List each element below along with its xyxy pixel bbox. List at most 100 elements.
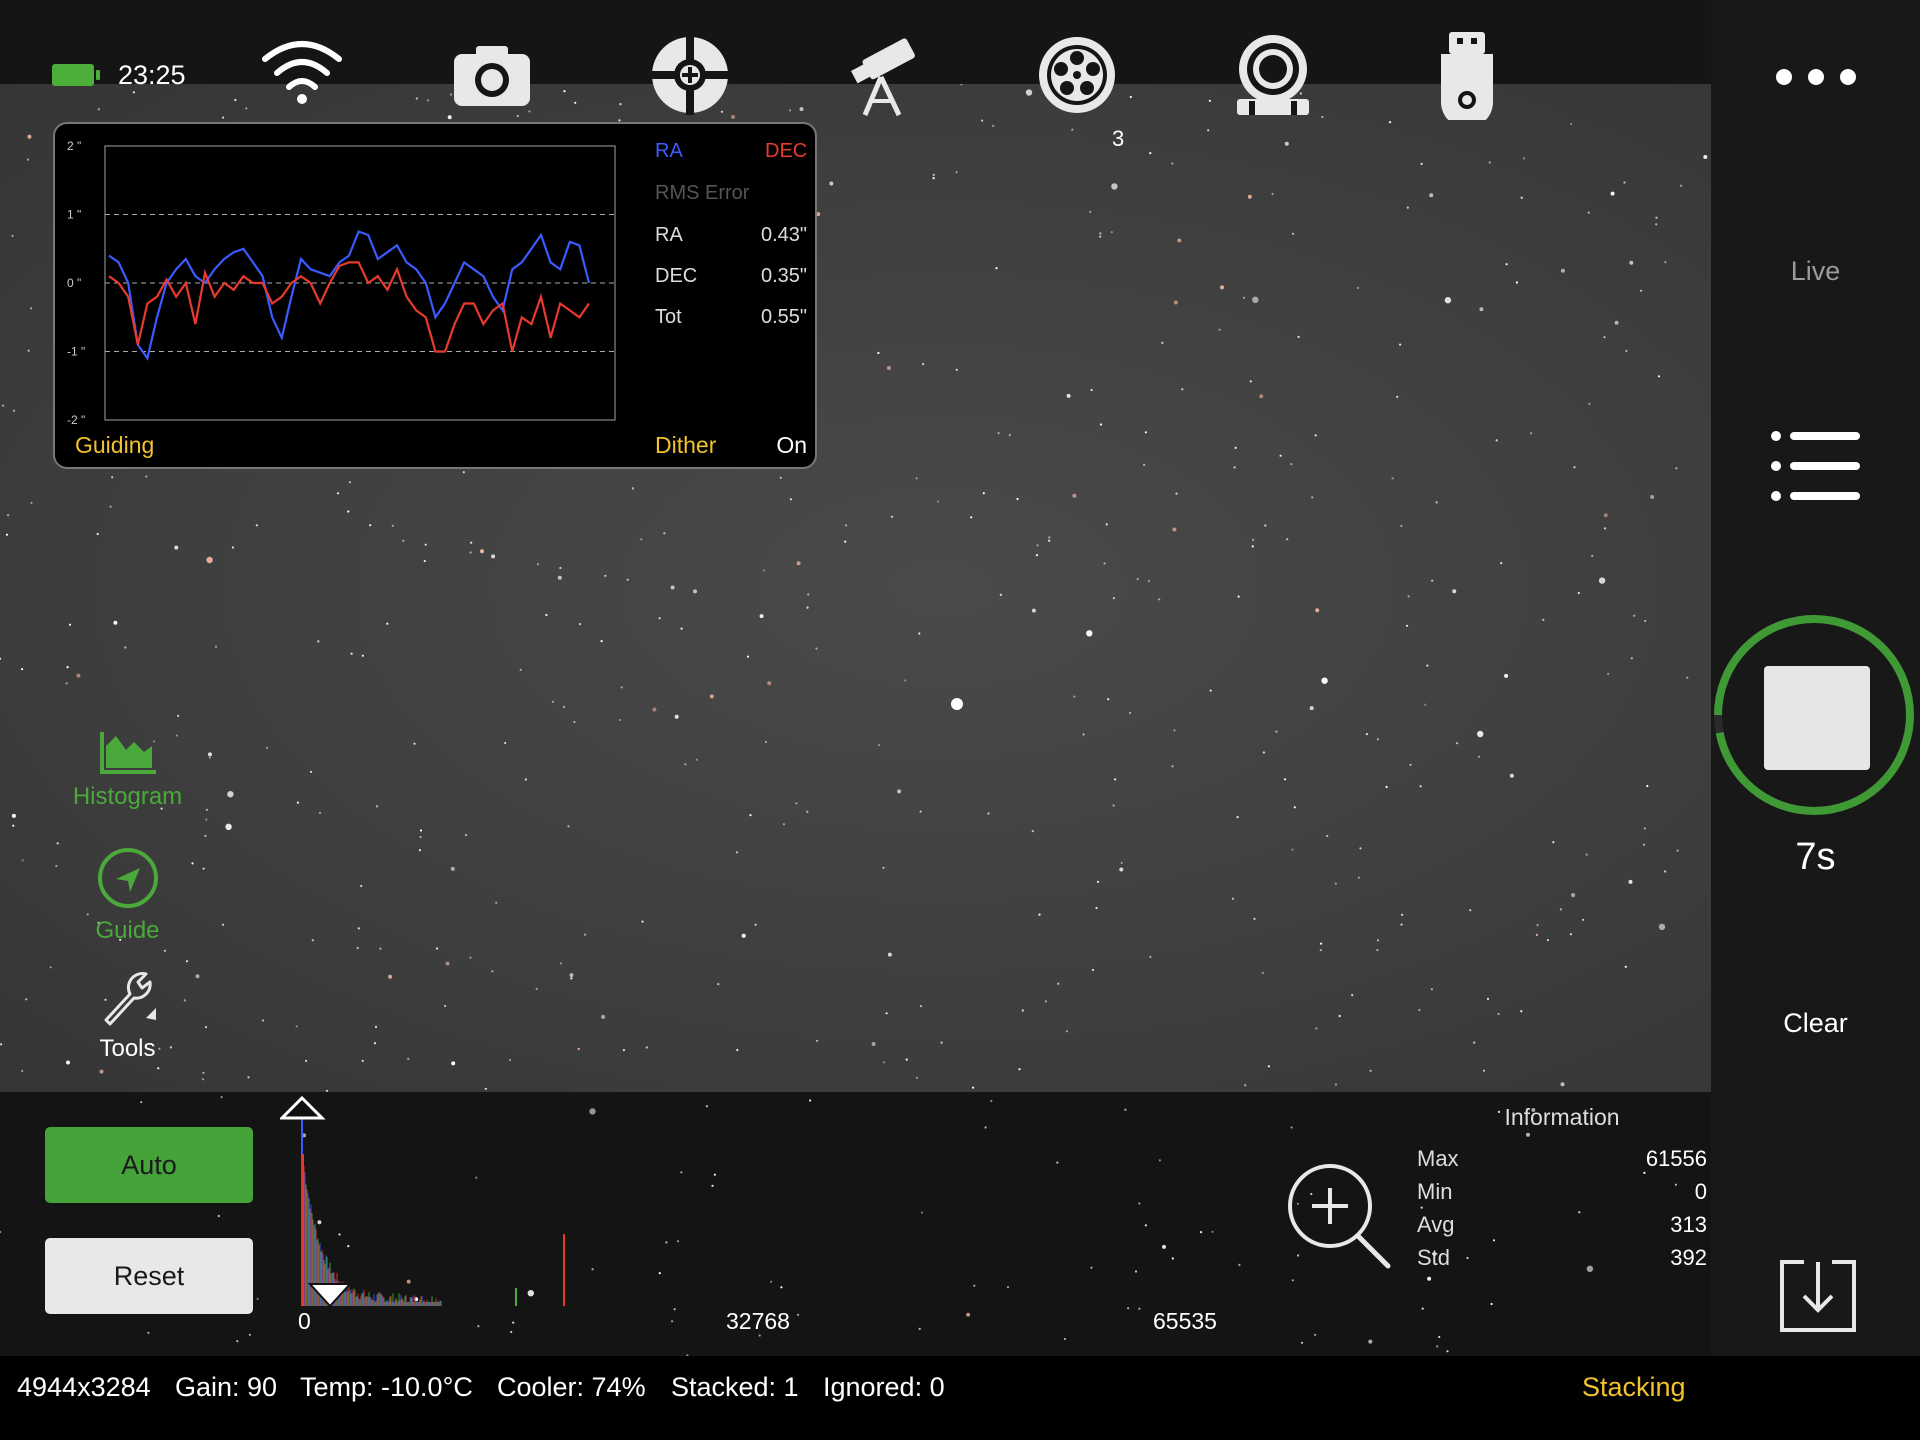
histogram-tool[interactable]: Histogram	[60, 728, 195, 811]
zoom-in-icon[interactable]	[1284, 1160, 1394, 1270]
status-cooler: Cooler: 74%	[497, 1372, 646, 1402]
star	[357, 927, 360, 930]
star	[1334, 882, 1337, 885]
star	[1655, 216, 1658, 219]
star	[1419, 785, 1422, 788]
star	[1614, 320, 1619, 325]
auto-stretch-button[interactable]: Auto	[45, 1127, 253, 1203]
star	[626, 578, 629, 581]
star	[174, 545, 179, 550]
star	[415, 97, 418, 100]
star	[1120, 861, 1123, 865]
star	[922, 363, 925, 366]
star	[1444, 297, 1452, 304]
star	[1171, 162, 1174, 165]
star	[1676, 849, 1679, 852]
star	[27, 158, 30, 161]
star	[1469, 909, 1472, 912]
dither-state[interactable]: On	[776, 432, 807, 459]
white-point-handle[interactable]	[280, 1095, 326, 1120]
star	[124, 646, 127, 649]
star	[622, 1049, 626, 1052]
star	[97, 108, 100, 111]
clear-button[interactable]: Clear	[1711, 1008, 1920, 1039]
reset-stretch-button[interactable]: Reset	[45, 1238, 253, 1314]
more-icon[interactable]	[1770, 62, 1870, 92]
star	[1560, 1082, 1565, 1087]
star	[361, 1059, 364, 1062]
rms-error-title: RMS Error	[655, 182, 750, 204]
star	[132, 91, 135, 94]
star	[1114, 778, 1117, 781]
rms-dec-label: DEC	[655, 265, 698, 287]
rms-ra-label: RA	[655, 224, 683, 246]
star	[559, 566, 562, 570]
star	[1089, 210, 1092, 213]
stop-capture-button[interactable]	[1764, 666, 1870, 770]
star	[1099, 423, 1103, 426]
star	[559, 962, 562, 965]
guide-tool[interactable]: Guide	[60, 846, 195, 945]
star	[1144, 431, 1147, 434]
star	[1209, 689, 1212, 692]
star	[995, 267, 998, 270]
star	[1427, 1276, 1432, 1281]
star	[1297, 335, 1300, 338]
star	[1633, 614, 1636, 617]
star	[470, 541, 473, 544]
download-icon[interactable]	[1776, 1256, 1860, 1334]
star	[982, 492, 985, 495]
star	[754, 923, 757, 926]
star	[1640, 289, 1643, 292]
histogram-chart[interactable]	[280, 1084, 1280, 1324]
star	[1396, 395, 1399, 398]
star	[0, 1043, 3, 1046]
star	[1107, 698, 1110, 701]
star	[1259, 394, 1264, 399]
star	[5, 533, 9, 536]
star	[695, 758, 699, 761]
star	[1073, 695, 1076, 698]
star	[348, 481, 351, 484]
y-tick-label: 0 "	[67, 276, 81, 290]
star	[1261, 971, 1264, 975]
live-mode-button[interactable]: Live	[1711, 256, 1920, 287]
star	[1038, 913, 1041, 916]
star	[1686, 676, 1689, 679]
star	[1500, 562, 1503, 565]
star	[1365, 733, 1368, 736]
filter-wheel-icon[interactable]	[1032, 30, 1122, 120]
star	[1675, 467, 1678, 470]
telescope-icon[interactable]	[838, 30, 928, 120]
star	[1252, 296, 1259, 303]
star	[1570, 122, 1573, 125]
star	[1237, 595, 1240, 598]
star	[1407, 595, 1410, 598]
star	[1455, 742, 1459, 745]
star	[1320, 942, 1323, 945]
star	[1429, 193, 1434, 198]
star	[799, 107, 804, 112]
star	[140, 1101, 143, 1104]
focus-target-icon[interactable]	[645, 30, 735, 120]
star	[545, 613, 548, 617]
guiding-graph-panel[interactable]: 2 " 1 " 0 " -1 " -2 " RA DEC RMS Error RA 0.…	[53, 122, 817, 469]
tools-tool[interactable]: Tools	[60, 966, 195, 1063]
star	[1065, 1030, 1068, 1033]
star	[1623, 181, 1626, 184]
star	[1129, 711, 1132, 715]
star	[445, 961, 450, 966]
camera-icon[interactable]	[447, 30, 537, 120]
usb-storage-icon[interactable]	[1422, 30, 1512, 120]
star	[1406, 206, 1409, 209]
star	[1249, 380, 1252, 383]
star	[1630, 657, 1633, 660]
wifi-icon[interactable]	[257, 30, 347, 120]
star	[1376, 738, 1379, 741]
guide-camera-icon[interactable]	[1228, 30, 1318, 120]
rms-total-label: Tot	[655, 306, 682, 328]
star	[350, 652, 353, 655]
star	[1530, 432, 1533, 435]
star	[882, 1061, 886, 1064]
list-icon[interactable]	[1768, 428, 1864, 504]
